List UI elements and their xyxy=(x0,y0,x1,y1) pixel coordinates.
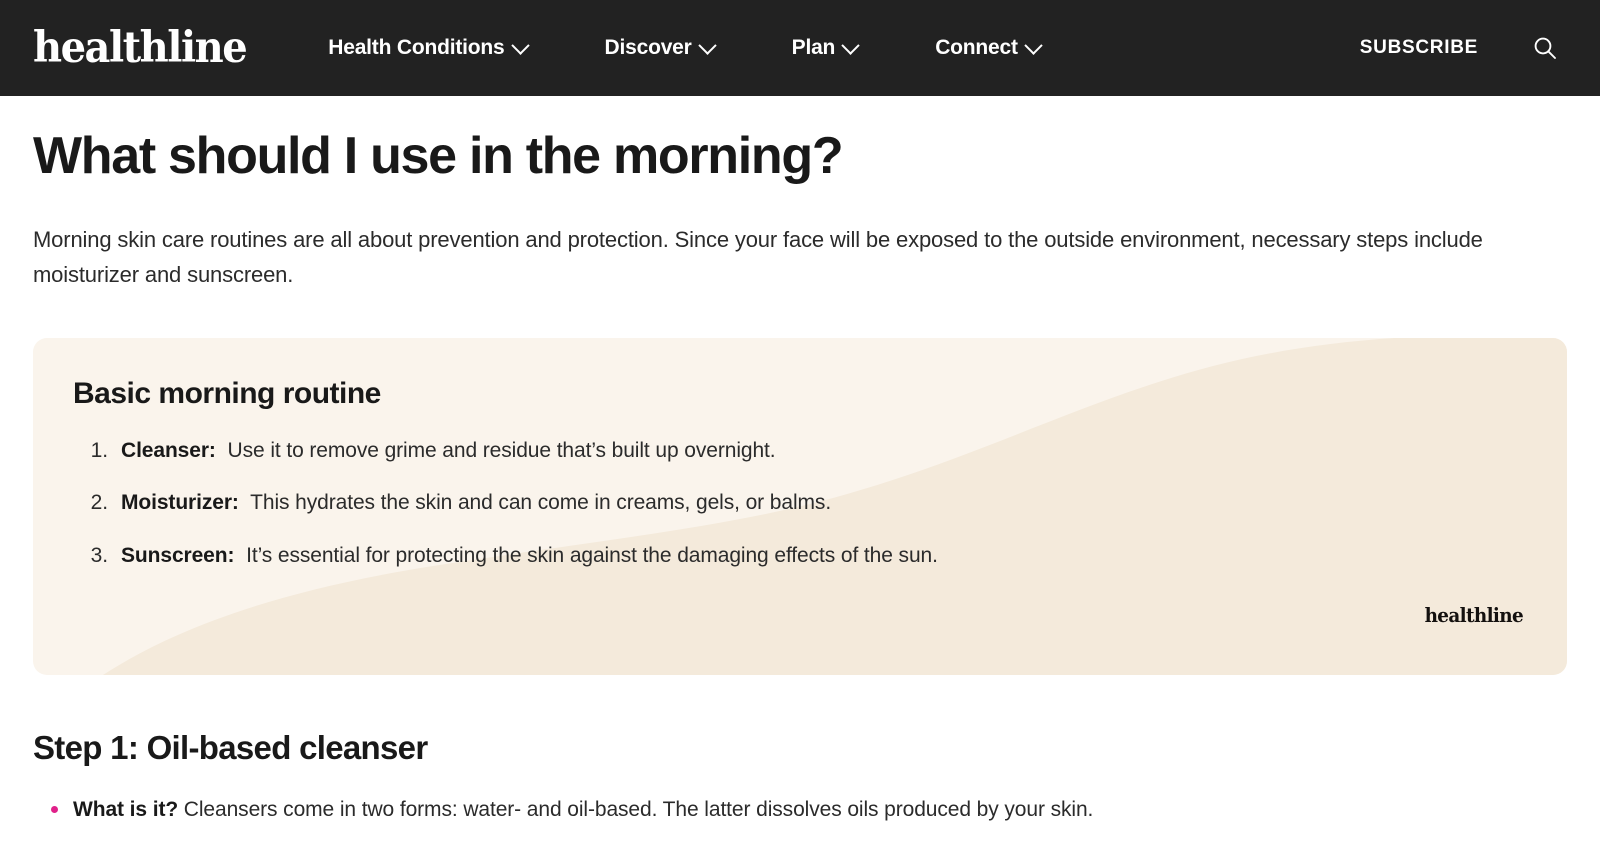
bullet-item-text: Cleansers come in two forms: water- and … xyxy=(178,797,1094,821)
intro-paragraph: Morning skin care routines are all about… xyxy=(33,227,1483,287)
routine-item-lead: Cleanser: xyxy=(121,438,216,462)
basic-morning-routine-card: Basic morning routine 1. Cleanser: Use i… xyxy=(33,337,1567,675)
routine-item-body: Moisturizer: This hydrates the skin and … xyxy=(121,488,831,517)
article-body: What should I use in the morning? Mornin… xyxy=(0,127,1600,825)
routine-list-item: 3. Sunscreen: It’s essential for protect… xyxy=(73,541,1527,570)
routine-item-body: Sunscreen: It’s essential for protecting… xyxy=(121,541,938,570)
card-title: Basic morning routine xyxy=(73,376,381,410)
routine-item-lead: Sunscreen: xyxy=(121,543,235,567)
step-bullet-list: What is it? Cleansers come in two forms:… xyxy=(33,795,1567,825)
search-icon[interactable] xyxy=(1530,33,1560,63)
routine-item-text: It’s essential for protecting the skin a… xyxy=(240,543,938,567)
healthline-logo[interactable]: healthline xyxy=(33,26,248,70)
chevron-down-icon xyxy=(1024,35,1043,55)
routine-item-text: Use it to remove grime and residue that’… xyxy=(221,438,776,462)
bullet-item-lead: What is it? xyxy=(73,797,179,821)
nav-item-discover[interactable]: Discover xyxy=(604,35,754,60)
nav-item-label: Health Conditions xyxy=(328,36,505,59)
header-actions: SUBSCRIBE xyxy=(1360,33,1570,63)
nav-item-plan[interactable]: Plan xyxy=(791,35,898,60)
routine-item-number: 3. xyxy=(90,543,108,567)
routine-list-item: 2. Moisturizer: This hydrates the skin a… xyxy=(73,488,1527,517)
subscribe-button[interactable]: SUBSCRIBE xyxy=(1360,37,1478,59)
card-healthline-watermark: healthline xyxy=(1424,602,1523,627)
site-header: healthline Health Conditions Discover Pl… xyxy=(0,0,1600,96)
step-heading: Step 1: Oil-based cleanser xyxy=(33,728,428,766)
routine-item-lead: Moisturizer: xyxy=(121,491,239,515)
routine-item-text: This hydrates the skin and can come in c… xyxy=(244,491,832,515)
nav-item-label: Connect xyxy=(935,36,1018,59)
chevron-down-icon xyxy=(841,35,860,55)
primary-navigation: Health Conditions Discover Plan Connect xyxy=(328,35,1080,60)
chevron-down-icon xyxy=(510,35,530,55)
routine-list-item: 1. Cleanser: Use it to remove grime and … xyxy=(73,436,1527,465)
nav-item-health-conditions[interactable]: Health Conditions xyxy=(328,35,566,60)
routine-item-number: 2. xyxy=(90,491,108,515)
routine-list: 1. Cleanser: Use it to remove grime and … xyxy=(73,436,1527,570)
routine-item-number: 1. xyxy=(90,438,108,462)
nav-item-connect[interactable]: Connect xyxy=(935,35,1080,60)
chevron-down-icon xyxy=(697,35,717,55)
bullet-dot-icon xyxy=(51,805,58,813)
routine-item-body: Cleanser: Use it to remove grime and res… xyxy=(121,436,776,465)
page-title: What should I use in the morning? xyxy=(33,127,844,185)
nav-item-label: Discover xyxy=(604,36,692,59)
nav-item-label: Plan xyxy=(791,36,836,59)
bullet-list-item: What is it? Cleansers come in two forms:… xyxy=(51,795,1567,825)
card-content: Basic morning routine 1. Cleanser: Use i… xyxy=(33,338,1567,570)
